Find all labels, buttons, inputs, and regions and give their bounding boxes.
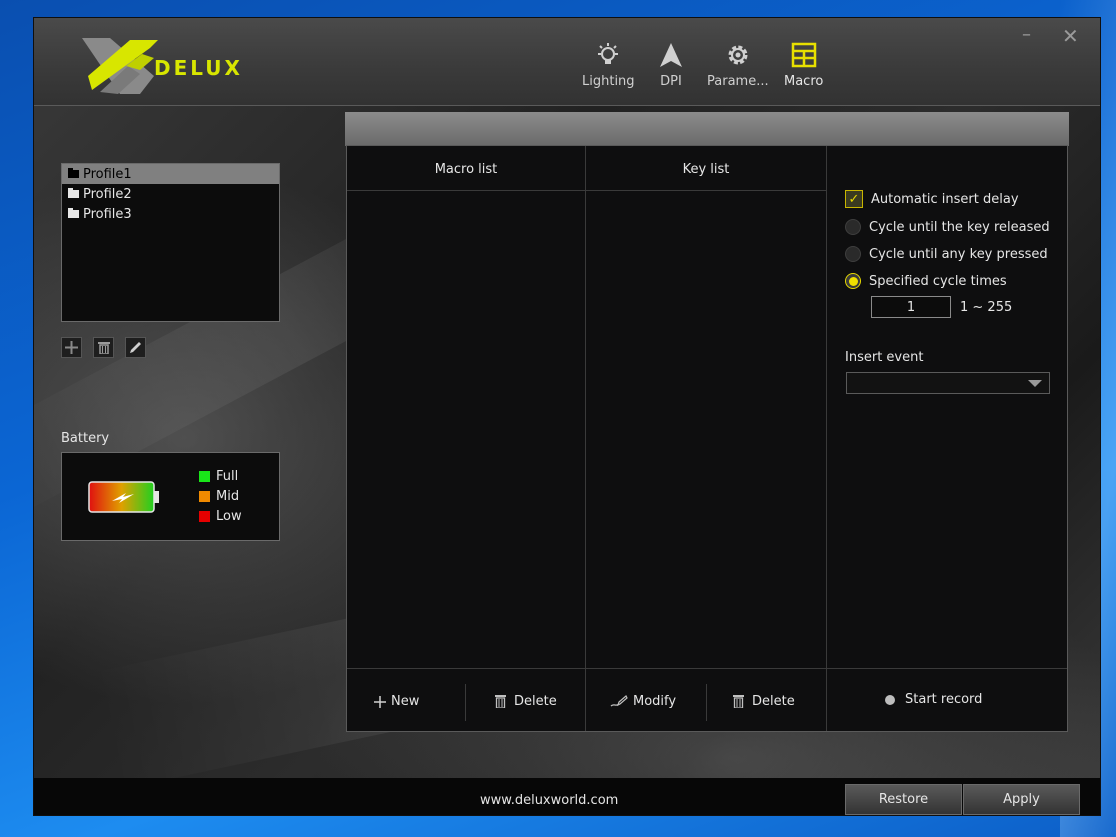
auto-insert-delay-label: Automatic insert delay bbox=[871, 191, 1019, 207]
legend-label: Low bbox=[216, 509, 242, 524]
battery-legend-low: Low bbox=[199, 509, 242, 524]
chevron-down-icon bbox=[1028, 380, 1042, 387]
trash-icon bbox=[733, 695, 744, 708]
record-dot-icon bbox=[885, 694, 895, 705]
folder-icon bbox=[68, 168, 79, 178]
profile-item-label: Profile1 bbox=[83, 166, 132, 182]
legend-swatch bbox=[199, 491, 210, 502]
tab-parameters[interactable]: Parame... bbox=[707, 42, 769, 89]
start-record-button[interactable]: Start record bbox=[885, 692, 982, 707]
folder-icon bbox=[68, 188, 79, 198]
cycle-any-key-label: Cycle until any key pressed bbox=[869, 246, 1048, 262]
tab-lighting-label: Lighting bbox=[582, 74, 635, 89]
arrow-up-icon bbox=[660, 43, 682, 67]
cycle-release-label: Cycle until the key released bbox=[869, 219, 1050, 235]
radio-icon bbox=[845, 219, 861, 235]
apply-button[interactable]: Apply bbox=[963, 784, 1080, 815]
tab-parameters-label: Parame... bbox=[707, 74, 769, 89]
battery-legend-full: Full bbox=[199, 469, 238, 484]
radio-selected-icon bbox=[845, 273, 861, 289]
checkmark-icon: ✓ bbox=[845, 190, 863, 208]
tab-dpi-label: DPI bbox=[660, 74, 682, 89]
battery-charging-icon bbox=[88, 481, 159, 513]
delete-profile-button[interactable] bbox=[93, 337, 114, 358]
cycle-times-label: Specified cycle times bbox=[869, 273, 1007, 289]
profile-list: Profile1 Profile2 Profile3 bbox=[61, 163, 280, 322]
delete-macro-label: Delete bbox=[514, 694, 557, 709]
close-button[interactable]: ✕ bbox=[1062, 24, 1079, 48]
radio-icon bbox=[845, 246, 861, 262]
gear-icon bbox=[728, 45, 748, 65]
macro-panel: Macro list Key list New Delete Modify De… bbox=[346, 145, 1068, 732]
website-link[interactable]: www.deluxworld.com bbox=[480, 793, 618, 808]
pencil-icon bbox=[130, 342, 141, 353]
tab-macro-label: Macro bbox=[784, 74, 824, 89]
add-profile-button[interactable] bbox=[61, 337, 82, 358]
cycle-release-radio[interactable]: Cycle until the key released bbox=[845, 219, 1050, 235]
start-record-label: Start record bbox=[905, 692, 983, 707]
new-macro-label: New bbox=[391, 694, 420, 709]
insert-event-dropdown[interactable] bbox=[846, 372, 1050, 394]
legend-swatch bbox=[199, 471, 210, 482]
key-list-header: Key list bbox=[586, 146, 826, 191]
minimize-button[interactable]: – bbox=[1022, 24, 1031, 45]
legend-label: Mid bbox=[216, 489, 240, 504]
profile-item-label: Profile2 bbox=[83, 186, 132, 202]
profile-item[interactable]: Profile3 bbox=[62, 204, 279, 224]
cycle-times-radio[interactable]: Specified cycle times bbox=[845, 273, 1007, 289]
add-icon bbox=[65, 341, 78, 354]
tab-lighting[interactable]: Lighting bbox=[582, 42, 635, 89]
legend-label: Full bbox=[216, 469, 239, 484]
delete-key-button[interactable]: Delete bbox=[733, 694, 795, 709]
battery-label: Battery bbox=[61, 431, 110, 446]
trash-icon bbox=[495, 695, 506, 708]
column-divider bbox=[826, 146, 827, 731]
modify-key-button[interactable]: Modify bbox=[610, 694, 676, 709]
tab-dpi[interactable]: DPI bbox=[658, 42, 684, 89]
brand-name: DELUX bbox=[154, 56, 243, 80]
cycle-count-input[interactable] bbox=[871, 296, 951, 318]
tab-macro[interactable]: Macro bbox=[784, 42, 823, 89]
battery-panel: Full Mid Low bbox=[61, 452, 280, 541]
delete-macro-button[interactable]: Delete bbox=[495, 694, 557, 709]
button-separator bbox=[465, 684, 466, 721]
macro-grid-icon bbox=[791, 42, 816, 68]
insert-event-label: Insert event bbox=[845, 350, 924, 365]
edit-icon bbox=[610, 695, 628, 707]
battery-legend-mid: Mid bbox=[199, 489, 239, 504]
add-icon bbox=[374, 695, 386, 708]
macro-list[interactable] bbox=[347, 192, 585, 668]
rename-profile-button[interactable] bbox=[125, 337, 146, 358]
folder-icon bbox=[68, 208, 79, 218]
button-separator bbox=[706, 684, 707, 721]
profile-item-label: Profile3 bbox=[83, 206, 132, 222]
cycle-range-label: 1 ~ 255 bbox=[960, 300, 1013, 315]
profile-item[interactable]: Profile2 bbox=[62, 184, 279, 204]
modify-key-label: Modify bbox=[633, 694, 677, 709]
app-window: DELUX – ✕ Lighting DPI Parame... Macro P… bbox=[33, 17, 1101, 816]
panel-title-bar bbox=[345, 112, 1069, 146]
restore-button[interactable]: Restore bbox=[845, 784, 962, 815]
cycle-any-key-radio[interactable]: Cycle until any key pressed bbox=[845, 246, 1048, 262]
key-list[interactable] bbox=[586, 192, 826, 668]
legend-swatch bbox=[199, 511, 210, 522]
new-macro-button[interactable]: New bbox=[374, 694, 419, 709]
auto-insert-delay-checkbox[interactable]: ✓ Automatic insert delay bbox=[845, 190, 1019, 208]
footer-divider bbox=[347, 668, 1067, 669]
macro-list-header: Macro list bbox=[347, 146, 585, 191]
profile-item[interactable]: Profile1 bbox=[62, 164, 279, 184]
header-bar: DELUX – ✕ Lighting DPI Parame... Macro bbox=[34, 18, 1100, 106]
trash-icon bbox=[97, 342, 110, 354]
bulb-icon bbox=[598, 43, 619, 64]
delete-key-label: Delete bbox=[752, 694, 795, 709]
